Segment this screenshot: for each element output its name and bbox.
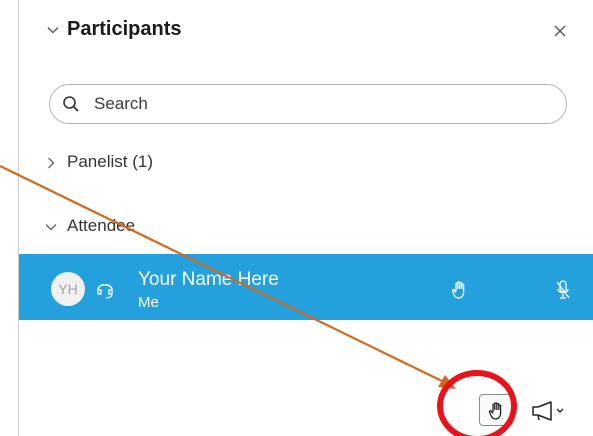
chevron-right-icon (48, 157, 55, 169)
megaphone-icon[interactable] (527, 394, 575, 426)
search-placeholder: Search (94, 94, 148, 113)
chevron-down-icon (45, 224, 57, 231)
section-attendee[interactable]: Attendee (19, 212, 593, 242)
raise-hand-button[interactable] (479, 394, 513, 426)
section-panelist-label: Panelist (1) (67, 152, 153, 171)
participants-panel: Participants Search Panelist (1) Attende… (18, 0, 593, 436)
section-attendee-label: Attendee (67, 216, 136, 235)
search-icon (63, 96, 79, 112)
section-panelist[interactable]: Panelist (1) (19, 148, 593, 178)
participants-window: Participants Search Panelist (1) Attende… (0, 0, 593, 436)
raise-hand-icon (488, 402, 502, 420)
chevron-down-icon[interactable] (45, 22, 61, 38)
participant-row[interactable]: YH Your Name Here Me (19, 254, 593, 320)
raised-hand-icon (451, 281, 465, 299)
participant-subtitle: Me (138, 294, 159, 311)
participant-name: Your Name Here (138, 269, 279, 290)
avatar: YH (51, 272, 85, 306)
close-icon[interactable] (549, 20, 571, 42)
search-input[interactable]: Search (49, 84, 567, 124)
mic-muted-icon[interactable] (555, 279, 571, 301)
panel-title: Participants (67, 18, 182, 40)
panel-header: Participants (19, 0, 593, 64)
headset-icon (97, 284, 113, 299)
